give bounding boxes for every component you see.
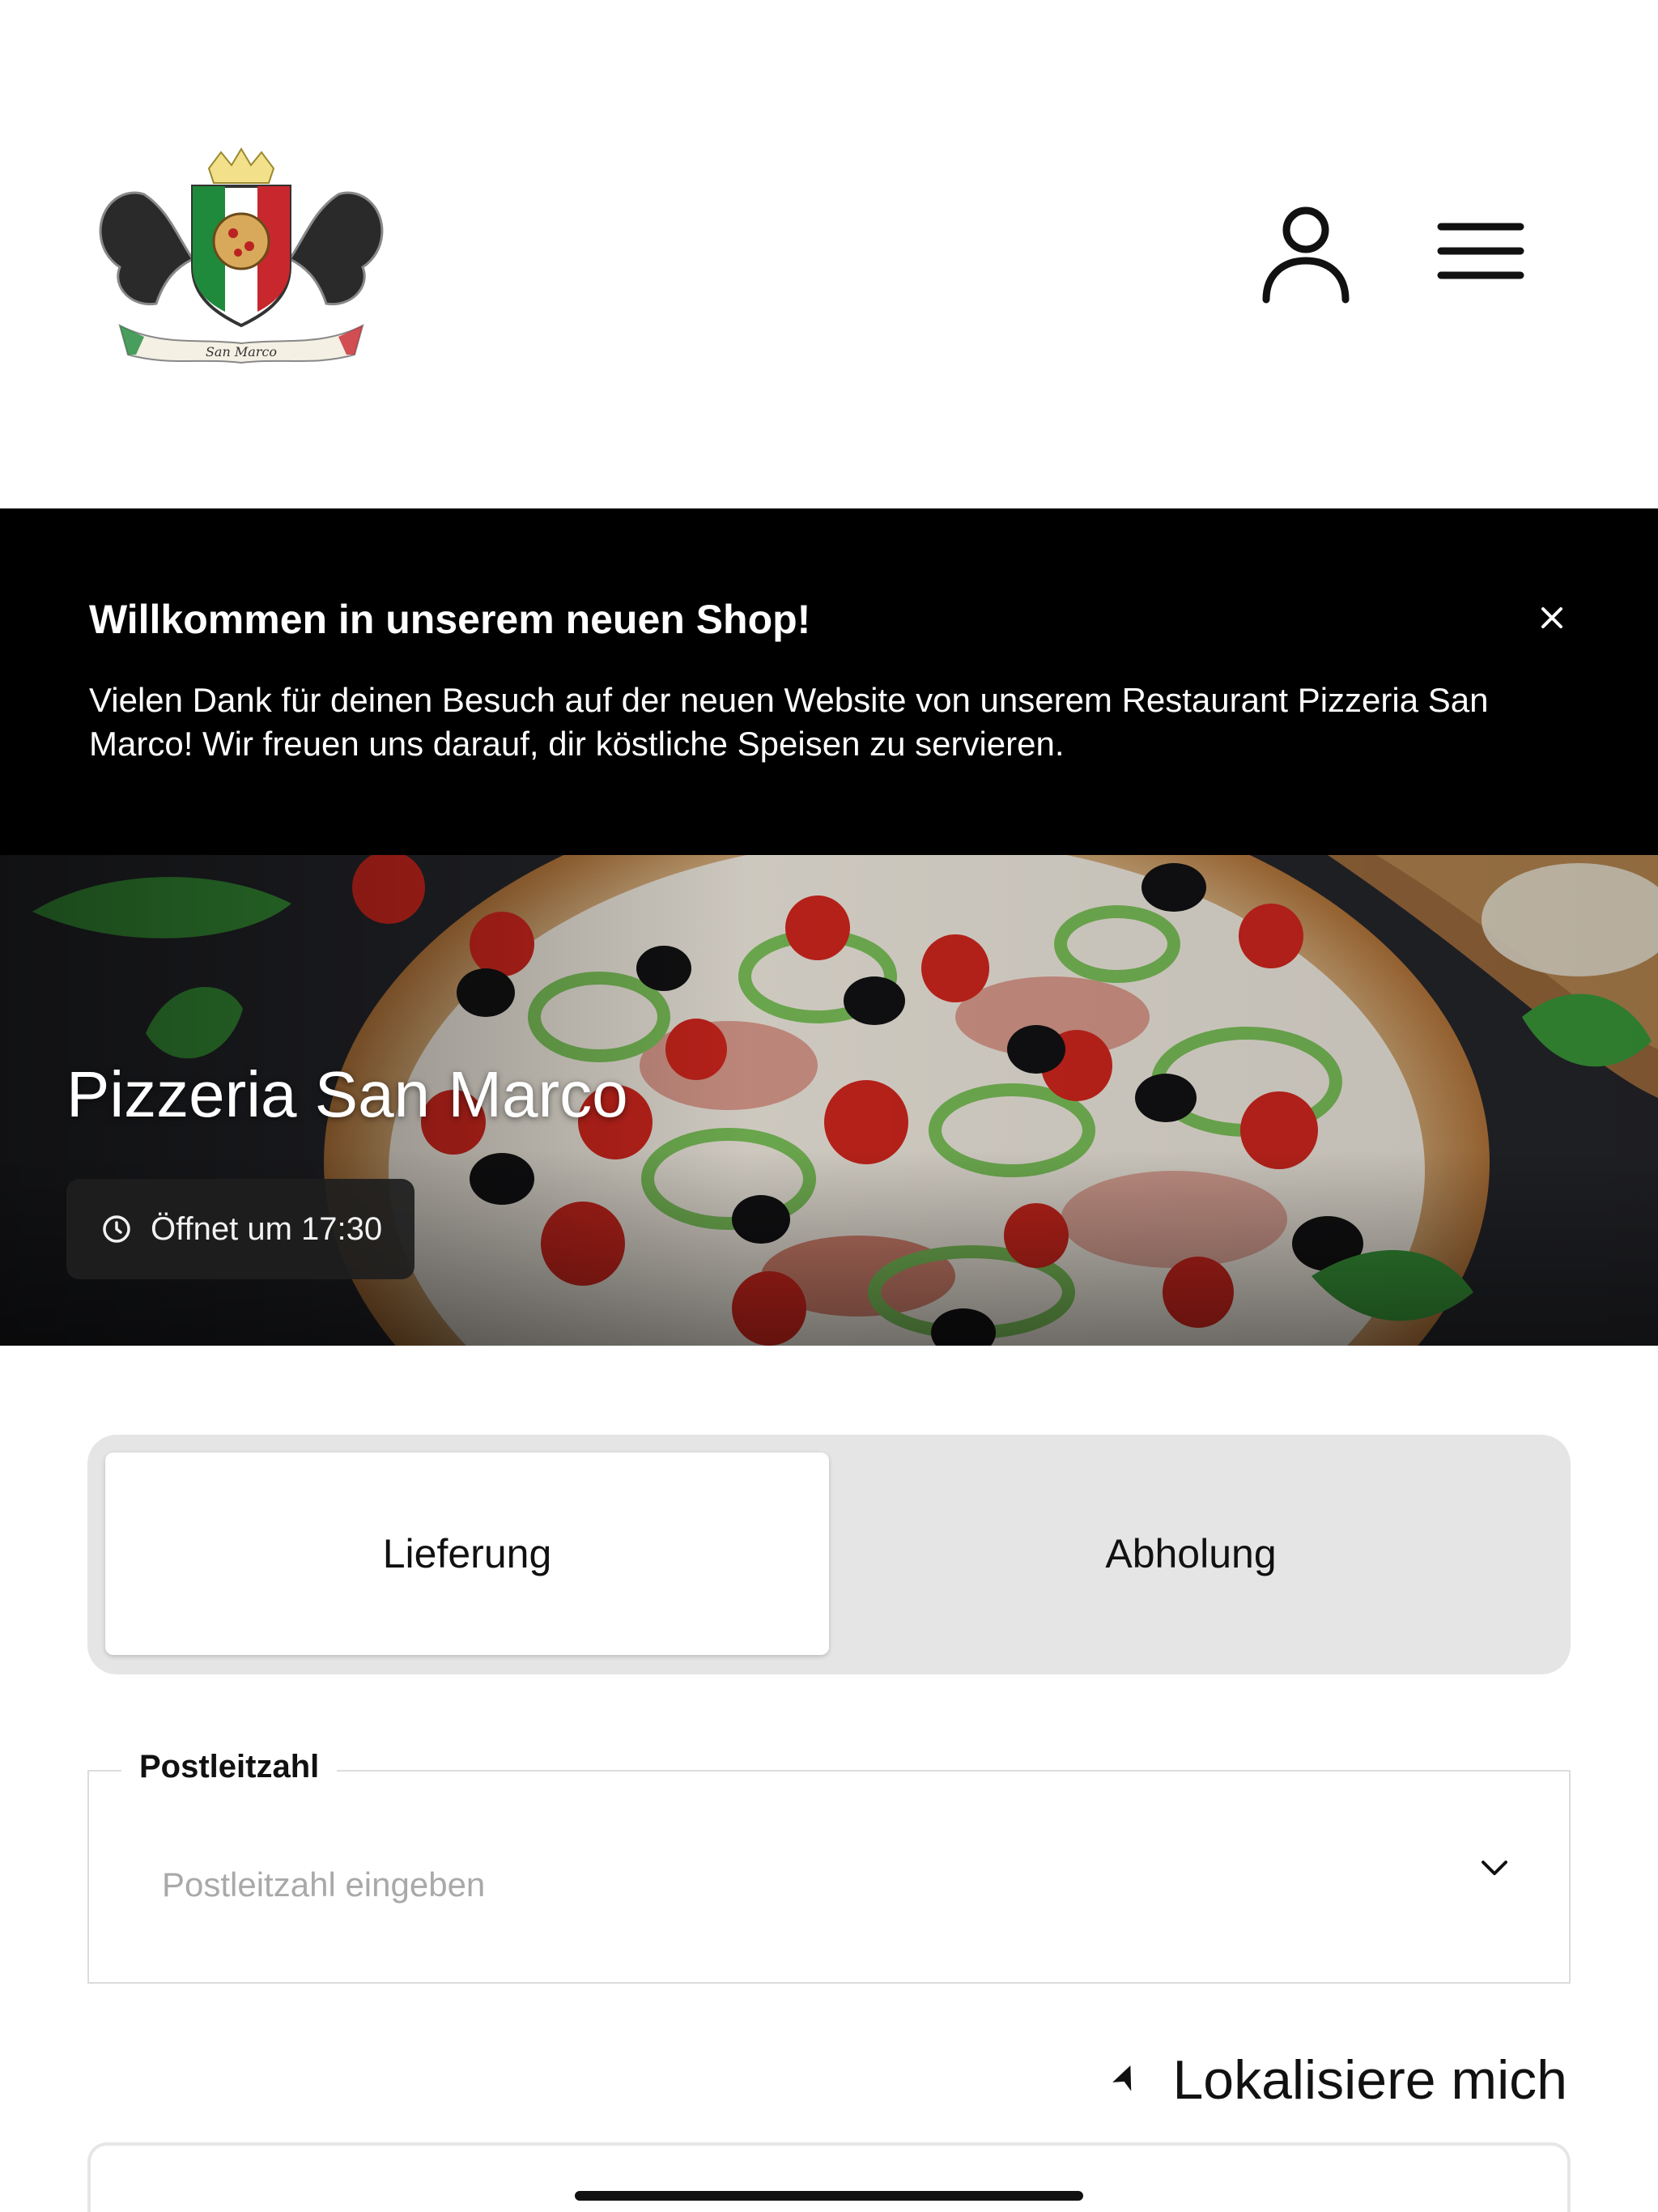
next-section-card: [87, 2142, 1571, 2212]
postal-code-label: Postleitzahl: [121, 1750, 338, 1786]
locate-me-button[interactable]: Lokalisiere mich: [1107, 2048, 1567, 2112]
tab-delivery[interactable]: Lieferung: [105, 1453, 829, 1655]
logo-lettering: San Marco: [206, 344, 277, 359]
restaurant-name: Pizzeria San Marco: [66, 1058, 628, 1130]
user-icon: [1262, 206, 1350, 304]
clock-icon: [103, 1215, 130, 1243]
close-icon: [1541, 607, 1562, 628]
menu-button[interactable]: [1436, 219, 1525, 283]
pizzeria-logo[interactable]: San Marco: [87, 146, 395, 366]
banner-text: Vielen Dank für deinen Besuch auf der ne…: [89, 681, 1489, 763]
hamburger-menu-icon: [1437, 223, 1524, 279]
chevron-down-icon[interactable]: [1477, 1856, 1512, 1882]
location-arrow-icon: [1112, 2065, 1132, 2091]
site-header: San Marco: [0, 0, 1658, 508]
opening-hours-text: Öffnet um 17:30: [151, 1210, 383, 1247]
home-indicator[interactable]: [575, 2191, 1083, 2201]
tab-pickup[interactable]: Abholung: [829, 1453, 1553, 1655]
postal-code-input[interactable]: [162, 1859, 1425, 1911]
locate-me-label: Lokalisiere mich: [1172, 2049, 1567, 2111]
banner-title: Willkommen in unserem neuen Shop!: [89, 597, 811, 642]
account-button[interactable]: [1260, 204, 1352, 304]
banner-close-button[interactable]: [1530, 596, 1574, 640]
opening-hours-badge: Öffnet um 17:30: [66, 1179, 414, 1279]
